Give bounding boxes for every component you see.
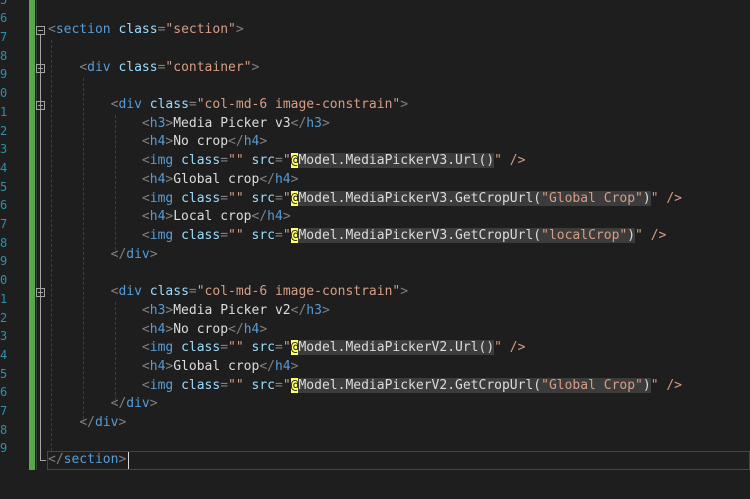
current-line-highlight: [47, 451, 750, 470]
line-number: 5: [0, 366, 7, 381]
line-number: 6: [0, 11, 7, 26]
line-number: 0: [0, 273, 7, 288]
code-line: <h4>No crop</h4>: [141, 322, 268, 337]
code-line: <section class="section">: [48, 22, 244, 37]
line-number: 7: [0, 30, 7, 45]
editor-bottom-area: [0, 471, 750, 499]
code-line: <h3>Media Picker v2</h3>: [141, 303, 330, 318]
code-line: </div>: [79, 415, 127, 430]
line-number: 3: [0, 329, 7, 344]
code-line: <img class="" src="@Model.MediaPickerV3.…: [141, 191, 683, 206]
text-caret: [128, 452, 129, 469]
fold-range-line: [40, 35, 41, 460]
code-line: </div>: [110, 247, 158, 262]
code-line: <div class="col-md-6 image-constrain">: [110, 97, 409, 112]
code-line: <h4>No crop</h4>: [141, 134, 268, 149]
fold-range-end: [40, 460, 46, 461]
code-editor[interactable]: 5 6 7 8 9 0 1 2 3 4 5 6 7 8 9 0 1 2 3 4 …: [0, 0, 750, 499]
line-number: 9: [0, 441, 7, 456]
line-number: 8: [0, 235, 7, 250]
line-number: 4: [0, 160, 7, 175]
line-number: 0: [0, 86, 7, 101]
code-line: <div class="container">: [79, 60, 260, 75]
line-number: 7: [0, 404, 7, 419]
code-line: <img class="" src="@Model.MediaPickerV3.…: [141, 228, 667, 243]
line-number: 1: [0, 104, 7, 119]
code-line: <h4>Global crop</h4>: [141, 359, 299, 374]
line-number: 5: [0, 0, 7, 9]
code-line: <h3>Media Picker v3</h3>: [141, 116, 330, 131]
code-line: </section>: [48, 452, 127, 467]
line-number: 7: [0, 217, 7, 232]
code-line: <h4>Local crop</h4>: [141, 209, 291, 224]
change-tracking-bar: [29, 0, 35, 470]
line-number: 6: [0, 198, 7, 213]
line-number: 1: [0, 291, 7, 306]
line-number: 9: [0, 67, 7, 82]
line-number: 5: [0, 179, 7, 194]
code-line: <img class="" src="@Model.MediaPickerV2.…: [141, 378, 683, 393]
code-line: <img class="" src="@Model.MediaPickerV3.…: [141, 153, 526, 168]
code-line: </div>: [110, 396, 158, 411]
code-line: <h4>Global crop</h4>: [141, 172, 299, 187]
line-number: 3: [0, 142, 7, 157]
collapse-icon[interactable]: [36, 26, 45, 35]
line-number-gutter: 5 6 7 8 9 0 1 2 3 4 5 6 7 8 9 0 1 2 3 4 …: [0, 0, 30, 499]
line-number: 9: [0, 254, 7, 269]
line-number: 2: [0, 123, 7, 138]
line-number: 8: [0, 422, 7, 437]
line-number: 8: [0, 48, 7, 63]
code-line: <img class="" src="@Model.MediaPickerV2.…: [141, 340, 526, 355]
line-number: 6: [0, 385, 7, 400]
line-number: 2: [0, 310, 7, 325]
line-number: 4: [0, 347, 7, 362]
code-line: <div class="col-md-6 image-constrain">: [110, 284, 409, 299]
